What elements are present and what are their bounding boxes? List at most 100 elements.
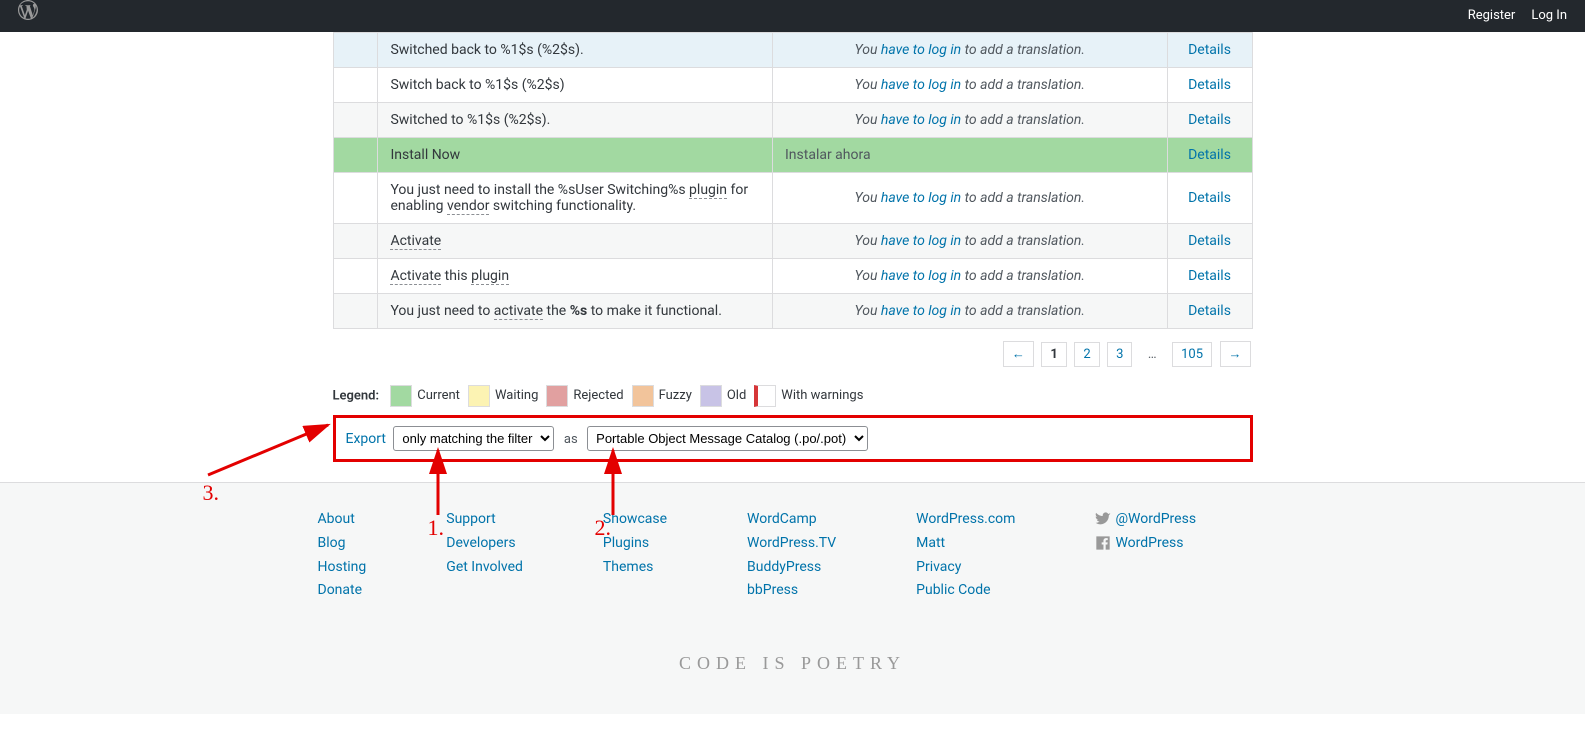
- login-to-translate-link[interactable]: have to log in: [881, 112, 961, 128]
- page-next[interactable]: →: [1220, 341, 1251, 367]
- admin-bar: Register Log In: [0, 0, 1585, 32]
- login-to-translate-link[interactable]: have to log in: [881, 268, 961, 284]
- actions-cell: Details: [1167, 259, 1252, 294]
- social-link[interactable]: WordPress: [1095, 535, 1183, 551]
- wordpress-logo-icon: [18, 0, 38, 20]
- table-row: Install NowInstalar ahora Details: [333, 138, 1252, 173]
- export-as-label: as: [564, 432, 578, 447]
- pagination: ← 1 2 3 … 105 →: [333, 341, 1253, 367]
- register-link[interactable]: Register: [1460, 0, 1524, 32]
- twitter-icon: [1095, 511, 1111, 527]
- legend-swatch: [468, 385, 490, 407]
- footer-column: WordPress.com Matt Privacy Public Code: [916, 508, 1015, 603]
- footer-link[interactable]: Blog: [318, 535, 346, 551]
- source-string: You just need to install the %sUser Swit…: [378, 173, 773, 224]
- table-row: You just need to install the %sUser Swit…: [333, 173, 1252, 224]
- actions-cell: Details: [1167, 294, 1252, 329]
- details-link[interactable]: Details: [1188, 77, 1231, 93]
- footer-column: WordCamp WordPress.TV BuddyPress bbPress: [747, 508, 836, 603]
- footer-link[interactable]: Matt: [916, 535, 945, 551]
- details-link[interactable]: Details: [1188, 147, 1231, 163]
- footer-link[interactable]: WordPress.TV: [747, 535, 836, 551]
- footer-link[interactable]: Get Involved: [446, 559, 523, 575]
- export-link[interactable]: Export: [346, 431, 386, 447]
- source-string: Switched back to %1$s (%2$s).: [378, 33, 773, 68]
- footer-link[interactable]: Support: [446, 511, 495, 527]
- translation-cell: You have to log in to add a translation.: [772, 224, 1167, 259]
- details-link[interactable]: Details: [1188, 42, 1231, 58]
- page-3[interactable]: 3: [1107, 342, 1132, 367]
- footer-link[interactable]: Themes: [603, 559, 653, 575]
- footer-link[interactable]: BuddyPress: [747, 559, 821, 575]
- details-link[interactable]: Details: [1188, 233, 1231, 249]
- legend-item-text: With warnings: [781, 388, 863, 403]
- export-toolbar: Export only matching the filter as Porta…: [333, 415, 1253, 462]
- table-row: You just need to activate the %s to make…: [333, 294, 1252, 329]
- source-string: Activate: [378, 224, 773, 259]
- source-string: Activate this plugin: [378, 259, 773, 294]
- legend: Legend: CurrentWaitingRejectedFuzzyOldWi…: [333, 385, 1253, 407]
- footer-link[interactable]: Showcase: [603, 511, 667, 527]
- legend-item-text: Fuzzy: [659, 388, 692, 403]
- footer-link[interactable]: Hosting: [318, 559, 367, 575]
- footer-link[interactable]: Developers: [446, 535, 515, 551]
- footer-link[interactable]: WordCamp: [747, 511, 817, 527]
- export-scope-select[interactable]: only matching the filter: [393, 426, 554, 451]
- footer-link[interactable]: Plugins: [603, 535, 649, 551]
- table-row: ActivateYou have to log in to add a tran…: [333, 224, 1252, 259]
- login-to-translate-link[interactable]: have to log in: [881, 190, 961, 206]
- details-link[interactable]: Details: [1188, 268, 1231, 284]
- site-footer: About Blog Hosting Donate Support Developers G…: [0, 482, 1585, 714]
- legend-swatch: [700, 385, 722, 407]
- login-to-translate-link[interactable]: have to log in: [881, 77, 961, 93]
- table-row: Switched back to %1$s (%2$s).You have to…: [333, 33, 1252, 68]
- source-string: Install Now: [378, 138, 773, 173]
- export-format-select[interactable]: Portable Object Message Catalog (.po/.po…: [587, 426, 868, 451]
- details-link[interactable]: Details: [1188, 190, 1231, 206]
- footer-link[interactable]: About: [318, 511, 355, 527]
- translation-cell: You have to log in to add a translation.: [772, 173, 1167, 224]
- row-priority: [333, 138, 378, 173]
- login-to-translate-link[interactable]: have to log in: [881, 233, 961, 249]
- login-to-translate-link[interactable]: have to log in: [881, 303, 961, 319]
- legend-swatch: [754, 385, 776, 407]
- actions-cell: Details: [1167, 68, 1252, 103]
- footer-link[interactable]: Donate: [318, 582, 363, 598]
- details-link[interactable]: Details: [1188, 112, 1231, 128]
- legend-item-text: Current: [417, 388, 460, 403]
- source-string: Switched to %1$s (%2$s).: [378, 103, 773, 138]
- legend-swatch: [390, 385, 412, 407]
- footer-column: Support Developers Get Involved: [446, 508, 523, 603]
- legend-item-text: Old: [727, 388, 746, 403]
- page-dots: …: [1140, 343, 1165, 366]
- footer-link[interactable]: bbPress: [747, 582, 798, 598]
- page-current: 1: [1041, 342, 1066, 367]
- facebook-icon: [1095, 535, 1111, 551]
- row-priority: [333, 294, 378, 329]
- social-link[interactable]: @WordPress: [1095, 511, 1196, 527]
- login-to-translate-link[interactable]: have to log in: [881, 42, 961, 58]
- footer-link[interactable]: WordPress.com: [916, 511, 1015, 527]
- row-priority: [333, 68, 378, 103]
- actions-cell: Details: [1167, 103, 1252, 138]
- footer-column: About Blog Hosting Donate: [318, 508, 367, 603]
- row-priority: [333, 259, 378, 294]
- row-priority: [333, 33, 378, 68]
- details-link[interactable]: Details: [1188, 303, 1231, 319]
- table-row: Activate this pluginYou have to log in t…: [333, 259, 1252, 294]
- footer-column: Showcase Plugins Themes: [603, 508, 667, 603]
- footer-tagline: Code is Poetry: [0, 653, 1585, 674]
- footer-link[interactable]: Privacy: [916, 559, 961, 575]
- translations-table: Switched back to %1$s (%2$s). You have to…: [333, 32, 1253, 329]
- footer-link[interactable]: Public Code: [916, 582, 990, 598]
- page-last[interactable]: 105: [1172, 342, 1212, 367]
- page-prev[interactable]: ←: [1003, 341, 1034, 367]
- source-string: Switch back to %1$s (%2$s): [378, 68, 773, 103]
- actions-cell: Details: [1167, 173, 1252, 224]
- page-2[interactable]: 2: [1074, 342, 1099, 367]
- wp-logo-link[interactable]: [10, 0, 46, 33]
- table-row: Switch back to %1$s (%2$s)You have to lo…: [333, 68, 1252, 103]
- legend-label: Legend:: [333, 388, 380, 403]
- login-link[interactable]: Log In: [1523, 0, 1575, 32]
- translation-cell: Instalar ahora: [772, 138, 1167, 173]
